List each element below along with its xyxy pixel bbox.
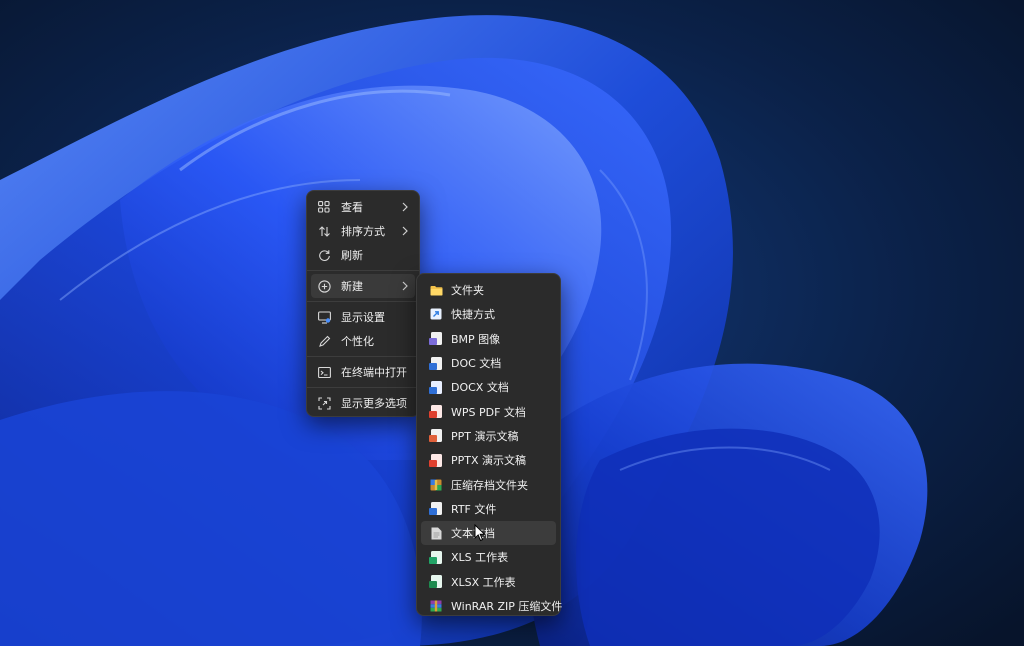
display-icon [317,310,331,324]
menu-divider [307,356,419,357]
new-item-label: RTF 文件 [451,502,497,516]
new-item-compressed-folder[interactable]: 压缩存档文件夹 [421,472,556,496]
new-item-label: BMP 图像 [451,332,501,346]
menu-item-personalize[interactable]: 个性化 [311,329,415,353]
shortcut-icon [429,307,443,321]
docx-file-icon [428,380,443,394]
menu-divider [307,301,419,302]
new-item-label: XLSX 工作表 [451,575,516,589]
menu-item-refresh[interactable]: 刷新 [311,243,415,267]
menu-item-label: 刷新 [341,249,363,262]
new-item-label: 文件夹 [451,284,484,298]
new-item-rtf[interactable]: RTF 文件 [421,497,556,521]
new-submenu: 文件夹 快捷方式 BMP 图像 DOC 文档 DOCX 文档 WPS PDF 文… [416,273,562,618]
text-file-icon [429,526,443,540]
menu-item-show-more-options[interactable]: 显示更多选项 [311,391,415,415]
rtf-file-icon [428,502,443,516]
new-item-label: DOC 文档 [451,357,502,371]
plus-circle-icon [317,279,331,293]
new-item-doc[interactable]: DOC 文档 [421,351,556,375]
new-item-label: WinRAR ZIP 压缩文件 [451,600,563,613]
new-item-label: PPT 演示文稿 [451,429,519,443]
menu-item-label: 查看 [341,201,363,214]
new-item-folder[interactable]: 文件夹 [421,278,556,302]
new-item-label: 压缩存档文件夹 [451,478,528,492]
sort-icon [317,224,331,238]
menu-item-label: 个性化 [341,335,374,348]
new-item-label: WPS PDF 文档 [451,405,526,419]
more-options-icon [317,396,331,410]
menu-item-label: 显示设置 [341,311,385,324]
desktop-context-menu: 查看 排序方式 刷新 新建 显示设置 个性化 在终端中打开 显示更多选项 [306,190,420,417]
doc-file-icon [428,356,443,370]
new-item-xlsx[interactable]: XLSX 工作表 [421,570,556,594]
new-item-label: 文本文档 [451,527,495,541]
new-item-label: 快捷方式 [451,308,495,322]
new-item-shortcut[interactable]: 快捷方式 [421,302,556,326]
mouse-cursor-icon [474,524,486,542]
ppt-file-icon [428,429,443,443]
menu-item-view[interactable]: 查看 [311,195,415,219]
chevron-right-icon [402,226,408,236]
winrar-icon [429,599,443,613]
new-item-xls[interactable]: XLS 工作表 [421,545,556,569]
new-item-ppt[interactable]: PPT 演示文稿 [421,424,556,448]
chevron-right-icon [402,202,408,212]
new-item-winrar-zip[interactable]: WinRAR ZIP 压缩文件 [421,594,562,618]
new-item-text-document[interactable]: 文本文档 [421,520,556,546]
pen-icon [317,334,331,348]
menu-item-label: 显示更多选项 [341,397,407,410]
archive-icon [429,478,443,492]
xlsx-file-icon [428,575,443,589]
pdf-file-icon [428,405,443,419]
menu-divider [307,270,419,271]
new-item-label: PPTX 演示文稿 [451,454,527,468]
new-item-docx[interactable]: DOCX 文档 [421,375,556,399]
grid-icon [317,200,331,214]
menu-item-new[interactable]: 新建 [311,274,415,298]
refresh-icon [317,248,331,262]
terminal-icon [317,365,331,379]
image-file-icon [428,332,443,346]
new-item-bmp-image[interactable]: BMP 图像 [421,327,556,351]
menu-divider [307,387,419,388]
new-item-label: DOCX 文档 [451,381,509,395]
new-item-wps-pdf[interactable]: WPS PDF 文档 [421,399,556,423]
chevron-right-icon [402,281,408,291]
pptx-file-icon [428,453,443,467]
menu-item-label: 在终端中打开 [341,366,407,379]
menu-item-open-in-terminal[interactable]: 在终端中打开 [311,360,415,384]
menu-item-display-settings[interactable]: 显示设置 [311,305,415,329]
folder-icon [429,283,443,297]
menu-item-label: 排序方式 [341,225,385,238]
xls-file-icon [428,550,443,564]
new-item-pptx[interactable]: PPTX 演示文稿 [421,448,556,472]
new-item-label: XLS 工作表 [451,551,509,565]
menu-item-label: 新建 [341,280,363,293]
menu-item-sort-by[interactable]: 排序方式 [311,219,415,243]
